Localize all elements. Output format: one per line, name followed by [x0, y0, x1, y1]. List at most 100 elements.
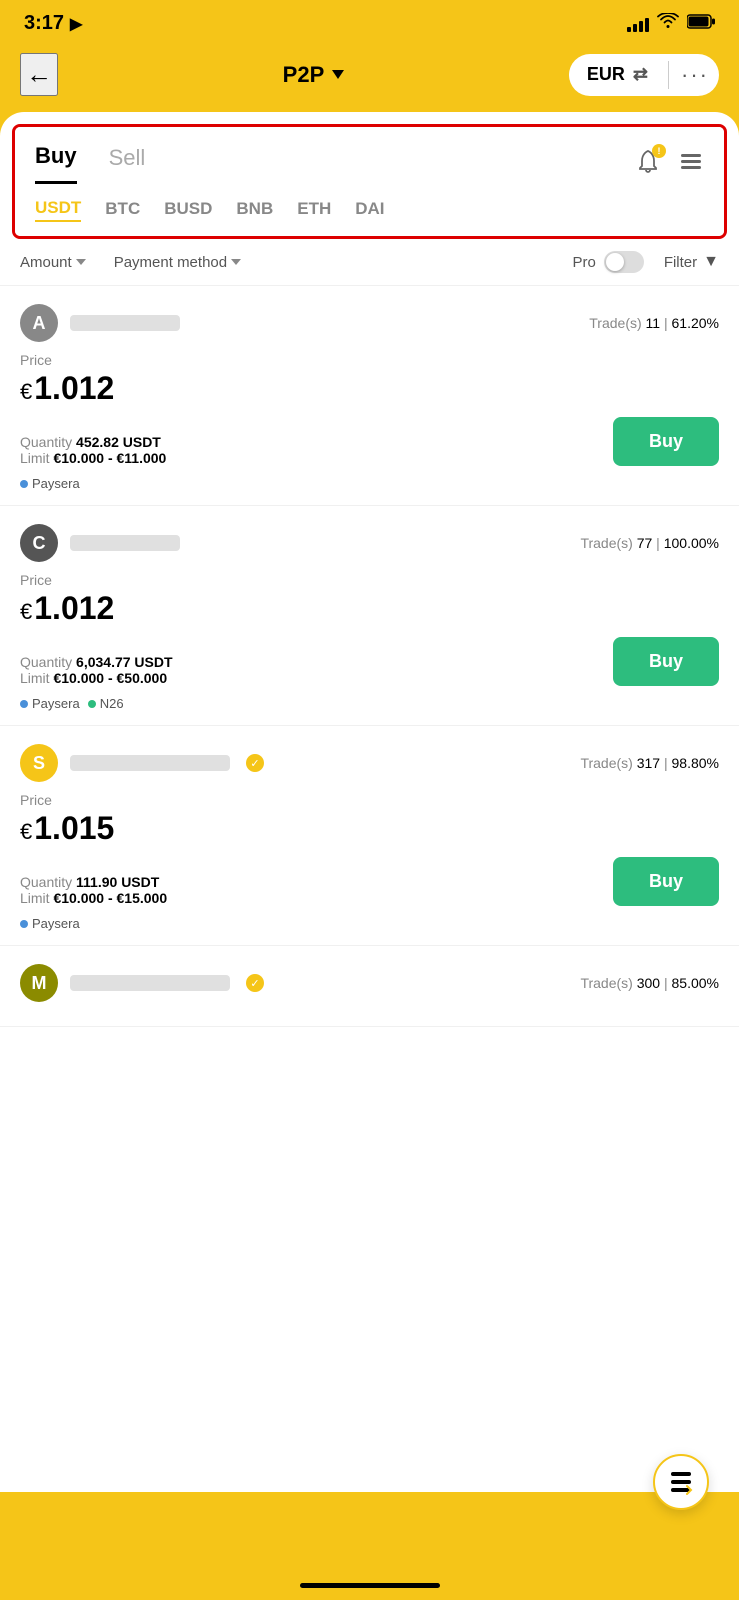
amount-label: Amount — [20, 254, 72, 271]
signal-icon — [627, 16, 649, 32]
currency-label: EUR — [587, 64, 625, 85]
payment-method-filter-button[interactable]: Payment method — [114, 254, 241, 271]
list-button[interactable] — [678, 149, 704, 178]
payment-tags: Paysera N26 — [20, 696, 719, 711]
crypto-tab-eth[interactable]: ETH — [297, 199, 331, 221]
header-divider — [668, 61, 669, 89]
currency-selector[interactable]: EUR ⇄ — [569, 56, 666, 93]
payment-tag: N26 — [88, 696, 124, 711]
payment-tag: Paysera — [20, 476, 80, 491]
trade-qty-limit: Quantity 6,034.77 USDT Limit €10.000 - €… — [20, 654, 173, 686]
header-title: P2P — [283, 62, 345, 88]
highlighted-tabs-section: Buy Sell ! — [12, 124, 727, 239]
payment-tag-label: Paysera — [32, 916, 80, 931]
pro-toggle[interactable]: Pro — [572, 251, 643, 273]
tab-row-icons: ! — [634, 148, 704, 179]
crypto-tab-busd[interactable]: BUSD — [164, 199, 212, 221]
payment-tag-label: N26 — [100, 696, 124, 711]
amount-filter-button[interactable]: Amount — [20, 254, 86, 271]
crypto-tab-usdt[interactable]: USDT — [35, 198, 81, 222]
trade-item: A Trade(s) 11 | 61.20% Price €1.012 Quan… — [0, 286, 739, 506]
currency-symbol: € — [20, 819, 32, 844]
currency-symbol: € — [20, 599, 32, 624]
status-icons — [627, 13, 715, 34]
trade-qty-limit: Quantity 111.90 USDT Limit €10.000 - €15… — [20, 874, 167, 906]
avatar: C — [20, 524, 58, 562]
bell-icon — [634, 164, 662, 179]
buy-button[interactable]: Buy — [613, 857, 719, 906]
crypto-tab-bnb[interactable]: BNB — [236, 199, 273, 221]
trade-details: Quantity 111.90 USDT Limit €10.000 - €15… — [20, 857, 719, 906]
trade-header: M ✓ Trade(s) 300 | 85.00% — [20, 964, 719, 1002]
payment-method-chevron-icon — [231, 259, 241, 265]
floating-action-button[interactable] — [653, 1454, 709, 1510]
verified-badge: ✓ — [246, 974, 264, 992]
trade-qty-limit: Quantity 452.82 USDT Limit €10.000 - €11… — [20, 434, 166, 466]
header: ← P2P EUR ⇄ ··· — [0, 43, 739, 112]
price-label: Price — [20, 572, 719, 588]
trade-item: C Trade(s) 77 | 100.00% Price €1.012 Qua… — [0, 506, 739, 726]
battery-icon — [687, 14, 715, 34]
trader-name — [70, 535, 180, 551]
trader-name — [70, 755, 230, 771]
trade-stats: Trade(s) 11 | 61.20% — [589, 315, 719, 331]
pro-toggle-track[interactable] — [604, 251, 644, 273]
crypto-tab-dai[interactable]: DAI — [355, 199, 384, 221]
p2p-dropdown-icon[interactable] — [332, 70, 344, 79]
trade-item: S ✓ Trade(s) 317 | 98.80% Price €1.015 Q… — [0, 726, 739, 946]
more-button[interactable]: ··· — [671, 54, 719, 96]
trade-header: S ✓ Trade(s) 317 | 98.80% — [20, 744, 719, 782]
payment-method-label: Payment method — [114, 254, 227, 271]
status-time: 3:17 — [24, 12, 64, 35]
trader-info: C — [20, 524, 180, 562]
payment-tag-dot — [20, 480, 28, 488]
back-button[interactable]: ← — [20, 53, 58, 96]
avatar: A — [20, 304, 58, 342]
payment-tags: Paysera — [20, 476, 719, 491]
payment-tag-label: Paysera — [32, 476, 80, 491]
location-icon: ▶ — [70, 14, 82, 34]
buy-button[interactable]: Buy — [613, 417, 719, 466]
price-label: Price — [20, 792, 719, 808]
trade-stats: Trade(s) 77 | 100.00% — [580, 535, 719, 551]
payment-tag-label: Paysera — [32, 696, 80, 711]
payment-tag-dot — [88, 700, 96, 708]
crypto-tab-btc[interactable]: BTC — [105, 199, 140, 221]
payment-tag: Paysera — [20, 916, 80, 931]
crypto-tabs: USDT BTC BUSD BNB ETH DAI — [15, 184, 724, 236]
trader-info: M ✓ — [20, 964, 264, 1002]
price-value: €1.012 — [20, 370, 719, 407]
avatar: M — [20, 964, 58, 1002]
currency-symbol: € — [20, 379, 32, 404]
status-bar: 3:17 ▶ — [0, 0, 739, 43]
funnel-icon: ▼ — [703, 253, 719, 271]
trade-stats: Trade(s) 317 | 98.80% — [580, 755, 719, 771]
trader-info: S ✓ — [20, 744, 264, 782]
filter-button[interactable]: Filter ▼ — [664, 253, 719, 271]
buy-button[interactable]: Buy — [613, 637, 719, 686]
notifications-button[interactable]: ! — [634, 148, 662, 179]
trader-name — [70, 315, 180, 331]
home-indicator — [300, 1583, 440, 1588]
wifi-icon — [657, 13, 679, 34]
trade-details: Quantity 6,034.77 USDT Limit €10.000 - €… — [20, 637, 719, 686]
tab-sell[interactable]: Sell — [109, 145, 146, 183]
trade-header: A Trade(s) 11 | 61.20% — [20, 304, 719, 342]
filter-row: Amount Payment method Pro Filter ▼ — [0, 239, 739, 286]
tab-buy[interactable]: Buy — [35, 143, 77, 184]
trade-header: C Trade(s) 77 | 100.00% — [20, 524, 719, 562]
trader-info: A — [20, 304, 180, 342]
price-label: Price — [20, 352, 719, 368]
trade-item: M ✓ Trade(s) 300 | 85.00% — [0, 946, 739, 1027]
trade-details: Quantity 452.82 USDT Limit €10.000 - €11… — [20, 417, 719, 466]
price-value: €1.015 — [20, 810, 719, 847]
swap-icon: ⇄ — [633, 64, 648, 85]
avatar: S — [20, 744, 58, 782]
verified-badge: ✓ — [246, 754, 264, 772]
pro-toggle-thumb — [606, 253, 624, 271]
currency-more-wrapper: EUR ⇄ ··· — [569, 54, 719, 96]
list-icon — [678, 163, 704, 178]
trade-stats: Trade(s) 300 | 85.00% — [580, 975, 719, 991]
buy-sell-row: Buy Sell ! — [15, 127, 724, 184]
payment-tag-dot — [20, 700, 28, 708]
